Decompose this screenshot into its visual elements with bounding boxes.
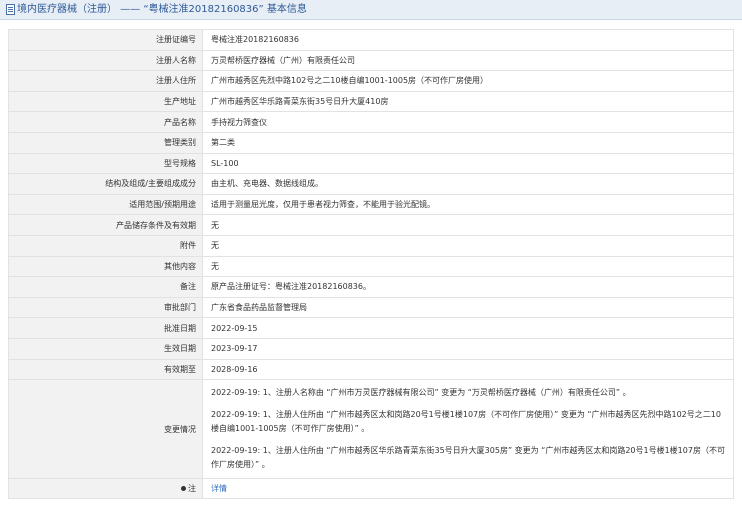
details-link[interactable]: 详情 bbox=[211, 484, 227, 493]
table-row: 批准日期 2022-09-15 bbox=[8, 317, 734, 339]
bullet-icon bbox=[181, 486, 186, 492]
note-label-cell: 注 bbox=[8, 478, 203, 500]
field-value: 第二类 bbox=[202, 131, 734, 154]
device-info-table: 注册证编号 粤械注准20182160836 注册人名称 万灵帮桥医疗器械（广州）… bbox=[8, 29, 734, 500]
page-title: 境内医疗器械（注册） —— “粤械注准20182160836” 基本信息 bbox=[17, 4, 307, 15]
field-label: 生效日期 bbox=[8, 337, 203, 360]
field-value: 由主机、充电器、数据线组成。 bbox=[202, 173, 734, 195]
field-label: 适用范围/预期用途 bbox=[8, 193, 203, 216]
field-label: 批准日期 bbox=[8, 317, 203, 339]
field-label: 变更情况 bbox=[8, 379, 203, 480]
field-label: 管理类别 bbox=[8, 131, 203, 154]
field-value: 手持视力筛查仪 bbox=[202, 111, 734, 133]
field-value: 无 bbox=[202, 214, 734, 236]
change-history-row: 变更情况 2022-09-19: 1、注册人名称由 “广州市万灵医疗器械有限公司… bbox=[8, 379, 734, 480]
table-row: 审批部门 广东省食品药品监督管理局 bbox=[8, 296, 734, 319]
field-value: 2023-09-17 bbox=[202, 337, 734, 360]
field-value: 广州市越秀区先烈中路102号之二10楼自编1001-1005房（不可作厂房使用） bbox=[202, 70, 734, 92]
field-value: 粤械注准20182160836 bbox=[202, 29, 734, 51]
field-label: 备注 bbox=[8, 276, 203, 298]
field-label: 附件 bbox=[8, 234, 203, 257]
field-label: 注册证编号 bbox=[8, 29, 203, 51]
table-row: 其他内容 无 bbox=[8, 255, 734, 278]
field-label: 结构及组成/主要组成成分 bbox=[8, 173, 203, 195]
table-row: 注册人住所 广州市越秀区先烈中路102号之二10楼自编1001-1005房（不可… bbox=[8, 70, 734, 92]
note-row: 注 详情 bbox=[8, 478, 734, 500]
field-value: SL-100 bbox=[202, 152, 734, 175]
field-label: 生产地址 bbox=[8, 90, 203, 113]
field-label: 有效期至 bbox=[8, 358, 203, 381]
table-row: 注册证编号 粤械注准20182160836 bbox=[8, 29, 734, 51]
field-value: 广州市越秀区华乐路青菜东街35号日升大厦410房 bbox=[202, 90, 734, 113]
field-value: 2028-09-16 bbox=[202, 358, 734, 381]
field-value: 适用于测量屈光度，仅用于患者视力筛查，不能用于验光配镜。 bbox=[202, 193, 734, 216]
page-header: 境内医疗器械（注册） —— “粤械注准20182160836” 基本信息 bbox=[0, 0, 742, 20]
change-history: 2022-09-19: 1、注册人名称由 “广州市万灵医疗器械有限公司” 变更为… bbox=[202, 379, 734, 480]
field-label: 其他内容 bbox=[8, 255, 203, 278]
table-row: 生效日期 2023-09-17 bbox=[8, 337, 734, 360]
field-value: 无 bbox=[202, 234, 734, 257]
table-row: 产品储存条件及有效期 无 bbox=[8, 214, 734, 236]
field-label: 产品储存条件及有效期 bbox=[8, 214, 203, 236]
field-value: 万灵帮桥医疗器械（广州）有限责任公司 bbox=[202, 49, 734, 72]
table-row: 结构及组成/主要组成成分 由主机、充电器、数据线组成。 bbox=[8, 173, 734, 195]
table-row: 注册人名称 万灵帮桥医疗器械（广州）有限责任公司 bbox=[8, 49, 734, 72]
note-value: 详情 bbox=[202, 478, 734, 500]
change-entry: 2022-09-19: 1、注册人名称由 “广州市万灵医疗器械有限公司” 变更为… bbox=[211, 388, 631, 398]
field-value: 无 bbox=[202, 255, 734, 278]
table-row: 生产地址 广州市越秀区华乐路青菜东街35号日升大厦410房 bbox=[8, 90, 734, 113]
field-label: 注 bbox=[188, 484, 196, 494]
field-label: 审批部门 bbox=[8, 296, 203, 319]
field-label: 产品名称 bbox=[8, 111, 203, 133]
field-value: 原产品注册证号：粤械注准20182160836。 bbox=[202, 276, 734, 298]
table-row: 备注 原产品注册证号：粤械注准20182160836。 bbox=[8, 276, 734, 298]
table-row: 型号规格 SL-100 bbox=[8, 152, 734, 175]
table-row: 适用范围/预期用途 适用于测量屈光度，仅用于患者视力筛查，不能用于验光配镜。 bbox=[8, 193, 734, 216]
field-label: 注册人住所 bbox=[8, 70, 203, 92]
table-row: 有效期至 2028-09-16 bbox=[8, 358, 734, 381]
field-value: 广东省食品药品监督管理局 bbox=[202, 296, 734, 319]
change-entry: 2022-09-19: 1、注册人住所由 “广州市越秀区华乐路青菜东街35号日升… bbox=[211, 446, 725, 470]
field-label: 型号规格 bbox=[8, 152, 203, 175]
document-icon bbox=[6, 4, 15, 15]
change-entry: 2022-09-19: 1、注册人住所由 “广州市越秀区太和岗路20号1号楼1楼… bbox=[211, 410, 721, 434]
table-row: 管理类别 第二类 bbox=[8, 131, 734, 154]
table-row: 附件 无 bbox=[8, 234, 734, 257]
field-value: 2022-09-15 bbox=[202, 317, 734, 339]
table-row: 产品名称 手持视力筛查仪 bbox=[8, 111, 734, 133]
field-label: 注册人名称 bbox=[8, 49, 203, 72]
